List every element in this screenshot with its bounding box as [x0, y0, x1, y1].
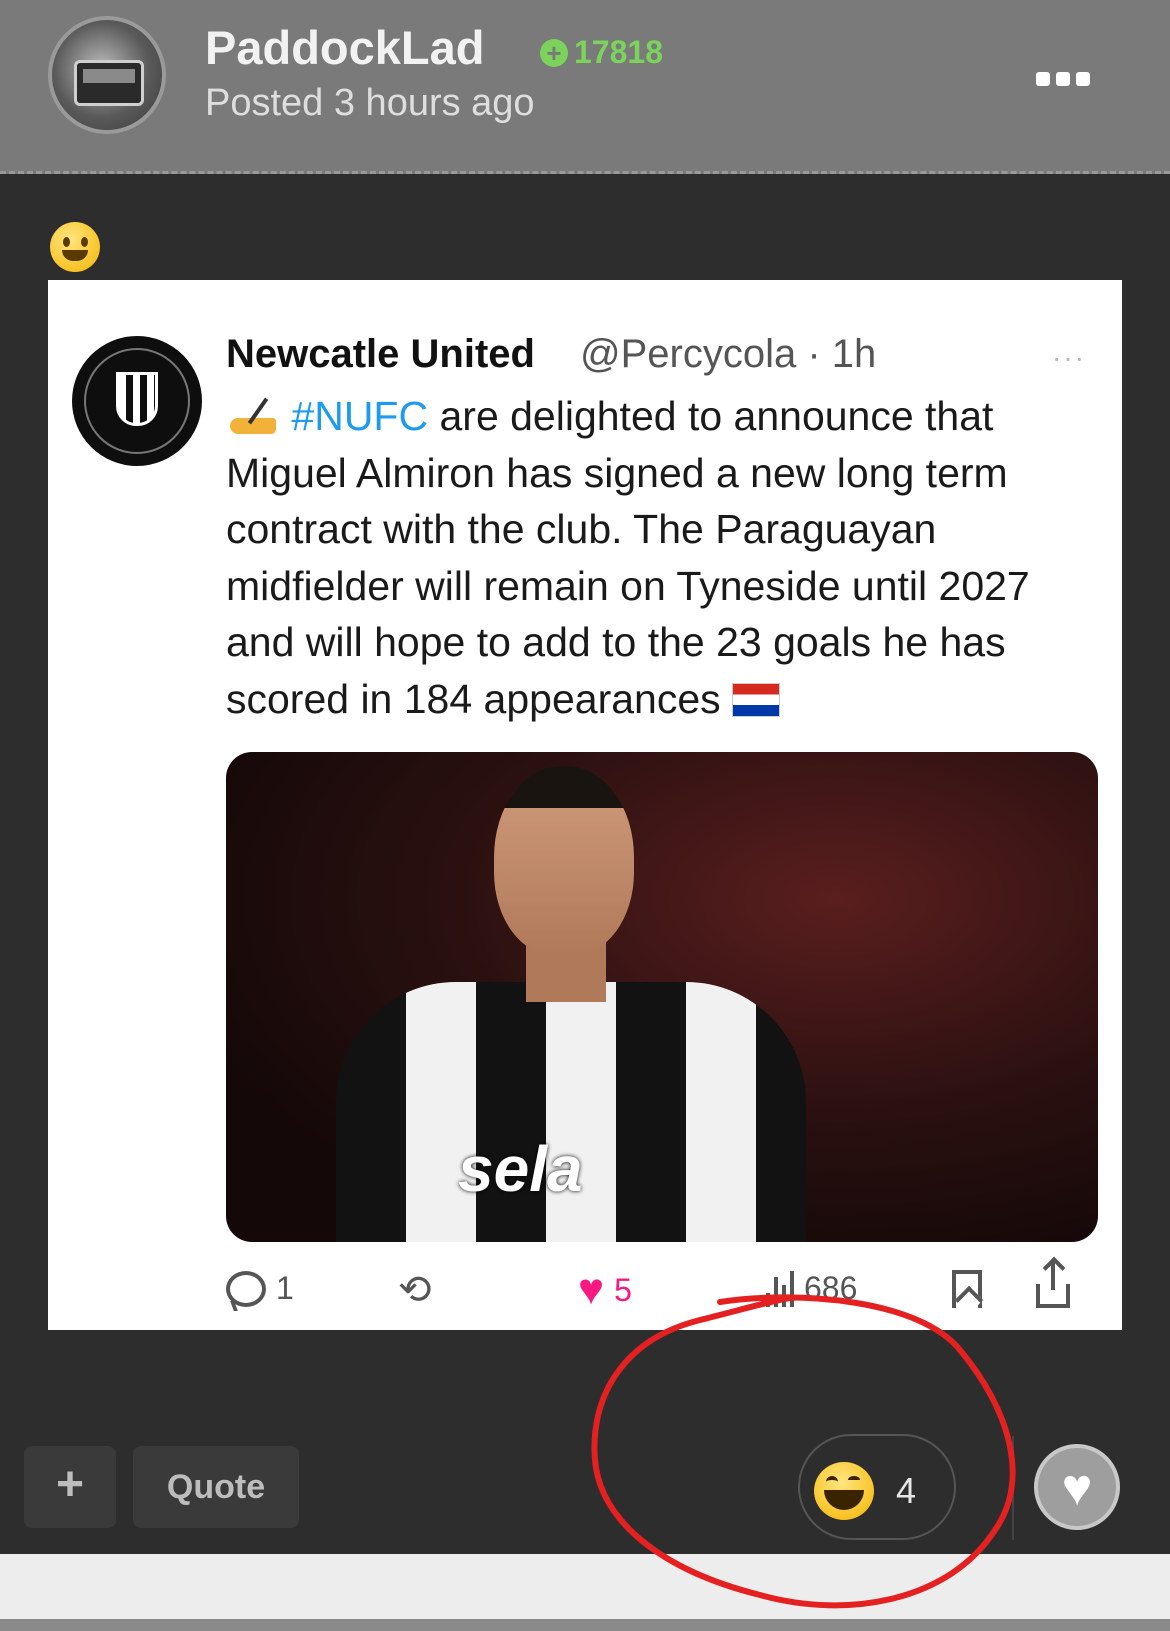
tweet-handle: @Percycola · 1h — [580, 332, 877, 376]
react-heart-button[interactable]: ♥ — [1034, 1444, 1120, 1530]
tweet-share — [1036, 1260, 1070, 1308]
tweet-views: 686 — [766, 1270, 857, 1307]
heart-icon: ♥ — [578, 1265, 605, 1314]
share-icon — [1036, 1260, 1070, 1308]
tweet-actions: 1 ⟲ ♥ 5 686 — [226, 1260, 1106, 1314]
reputation-badge: + 17818 — [540, 34, 663, 71]
divider — [1012, 1436, 1014, 1540]
reply-count: 1 — [276, 1270, 294, 1306]
reaction-count: 4 — [896, 1470, 917, 1511]
tweet-more-icon: ··· — [1052, 342, 1086, 373]
footer-edge — [0, 1619, 1170, 1631]
multiquote-button[interactable]: + — [24, 1446, 116, 1528]
reaction-summary[interactable]: 4 — [798, 1434, 956, 1540]
tweet-author-name: Newcatle United — [226, 332, 535, 376]
tweet-text: #NUFC are delighted to announce that Mig… — [226, 388, 1106, 727]
plus-circle-icon: + — [540, 38, 568, 67]
laughing-face-icon — [814, 1462, 874, 1520]
views-chart-icon — [766, 1270, 794, 1307]
tweet-bookmark — [952, 1270, 982, 1308]
paraguay-flag-icon — [732, 682, 781, 717]
bookmark-icon — [952, 1270, 982, 1308]
shirt-sponsor: sela — [458, 1133, 583, 1205]
tweet-body: are delighted to announce that Miguel Al… — [226, 393, 1030, 722]
post-timestamp: Posted 3 hours ago — [205, 82, 535, 124]
footer-strip — [0, 1554, 1170, 1619]
player-head — [494, 766, 634, 956]
bus-image — [74, 60, 144, 106]
username[interactable]: PaddockLad — [205, 20, 484, 75]
reply-icon — [226, 1270, 266, 1307]
tweet-like: ♥ 5 — [578, 1265, 632, 1314]
tweet-photo: sela — [226, 752, 1098, 1242]
like-count: 5 — [614, 1271, 632, 1308]
quote-button[interactable]: Quote — [133, 1446, 299, 1528]
reputation-value: 17818 — [574, 34, 663, 70]
tweet-reply: 1 — [226, 1270, 294, 1307]
forum-post: PaddockLad + 17818 Posted 3 hours ago Ne… — [0, 0, 1170, 1631]
more-options-icon[interactable] — [1036, 72, 1090, 86]
view-count: 686 — [804, 1270, 858, 1306]
tweet-retweet: ⟲ — [398, 1270, 432, 1310]
avatar[interactable] — [48, 16, 166, 134]
retweet-icon: ⟲ — [398, 1268, 432, 1312]
grinning-face-icon — [50, 222, 100, 272]
writing-hand-icon — [226, 396, 280, 436]
tweet-hashtag: #NUFC — [291, 393, 429, 439]
club-crest-icon — [72, 336, 202, 466]
post-header: PaddockLad + 17818 Posted 3 hours ago — [0, 0, 1170, 174]
embedded-tweet-screenshot: Newcatle United @Percycola · 1h ··· #NUF… — [48, 280, 1122, 1330]
